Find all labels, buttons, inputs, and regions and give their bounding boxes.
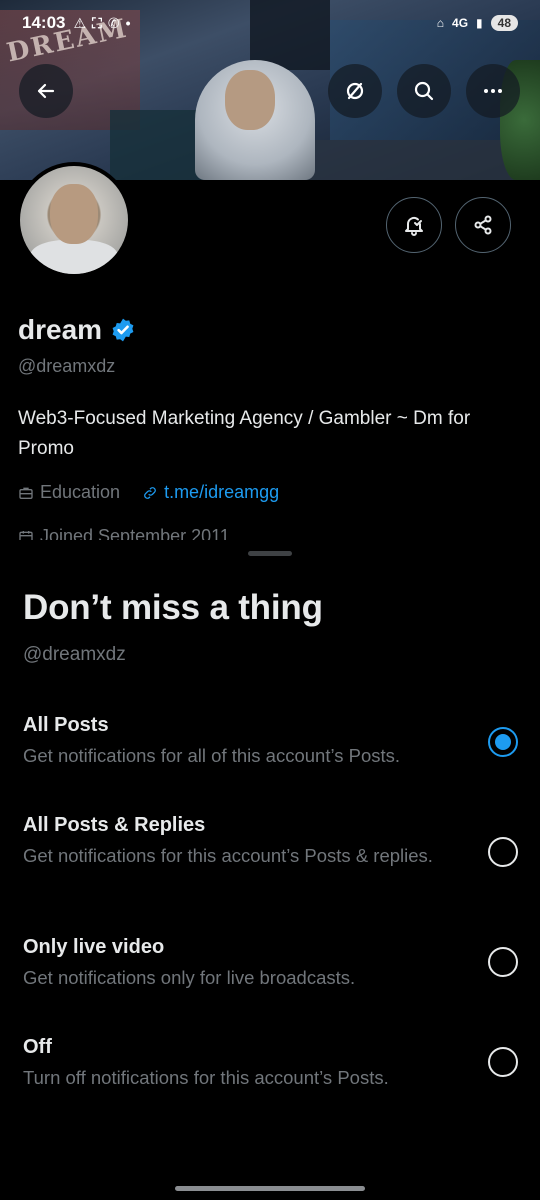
- option-title: Only live video: [23, 936, 165, 958]
- gesture-home-bar[interactable]: [175, 1186, 365, 1191]
- status-bar: 14:03 ⚠ ⛶ ✆ • ⌂ 4G ▮ 48: [0, 0, 540, 46]
- notifications-button[interactable]: [386, 197, 442, 253]
- more-horizontal-icon: [484, 89, 502, 93]
- option-all-posts-replies[interactable]: All Posts & Replies Get notifications fo…: [0, 814, 540, 894]
- arrow-left-icon: [37, 83, 55, 99]
- option-title: Off: [23, 1036, 52, 1058]
- profile-name-row: dream: [18, 314, 136, 346]
- share-icon: [474, 215, 492, 235]
- option-all-posts[interactable]: All Posts Get notifications for all of t…: [0, 714, 540, 774]
- not-interested-button[interactable]: [328, 64, 382, 118]
- circle-slash-icon: [346, 82, 364, 100]
- option-only-live-video[interactable]: Only live video Get notifications only f…: [0, 936, 540, 996]
- share-button[interactable]: [455, 197, 511, 253]
- whatsapp-icon: ✆: [107, 14, 120, 31]
- profile-avatar[interactable]: [16, 162, 132, 278]
- option-description: Get notifications for all of this accoun…: [23, 745, 401, 766]
- banner-ape-head: [225, 70, 275, 130]
- status-system-icons: ⌂ 4G ▮ 48: [437, 15, 518, 31]
- briefcase-icon: [19, 487, 33, 499]
- home-icon: ⌂: [436, 16, 445, 30]
- sheet-account-handle: @dreamxdz: [23, 644, 126, 665]
- radio-button[interactable]: [488, 837, 518, 867]
- profile-handle: @dreamxdz: [18, 356, 116, 376]
- notification-settings-sheet: Don’t miss a thing @dreamxdz All Posts G…: [0, 540, 540, 1200]
- bell-check-icon: [405, 216, 423, 236]
- option-title: All Posts & Replies: [23, 814, 206, 836]
- screenshot-icon: ⛶: [92, 14, 102, 31]
- profile-name: dream: [18, 314, 103, 345]
- link-icon: [144, 486, 156, 499]
- avatar-face: [50, 184, 98, 244]
- sheet-drag-handle[interactable]: [248, 551, 292, 556]
- avatar-image: [20, 166, 128, 274]
- profile-meta: Education t.me/idreamgg: [18, 482, 279, 503]
- search-button[interactable]: [397, 64, 451, 118]
- verified-badge-icon[interactable]: [110, 317, 136, 343]
- radio-button[interactable]: [488, 1047, 518, 1077]
- radio-button[interactable]: [488, 947, 518, 977]
- search-icon: [414, 81, 434, 101]
- warning-icon: ⚠: [73, 14, 87, 31]
- option-description: Turn off notifications for this account’…: [23, 1067, 389, 1088]
- radio-button-selected[interactable]: [488, 727, 518, 757]
- option-description: Get notifications only for live broadcas…: [23, 967, 356, 988]
- profile-link[interactable]: t.me/idreamgg: [164, 482, 279, 503]
- profile-category: Education: [40, 482, 121, 502]
- status-notification-icons: ⚠ ⛶ ✆ •: [73, 15, 130, 32]
- signal-icon: ▮: [476, 16, 483, 30]
- back-button[interactable]: [19, 64, 73, 118]
- dot-icon: •: [125, 15, 131, 31]
- avatar-suit: [30, 240, 118, 274]
- profile-bio: Web3-Focused Marketing Agency / Gambler …: [18, 408, 471, 459]
- status-time: 14:03: [22, 13, 66, 32]
- option-description: Get notifications for this account’s Pos…: [23, 845, 433, 866]
- network-label: 4G: [452, 16, 469, 30]
- battery-indicator: 48: [490, 15, 518, 31]
- sheet-title: Don’t miss a thing: [23, 588, 323, 627]
- option-off[interactable]: Off Turn off notifications for this acco…: [0, 1036, 540, 1096]
- more-button[interactable]: [466, 64, 520, 118]
- option-title: All Posts: [23, 714, 109, 736]
